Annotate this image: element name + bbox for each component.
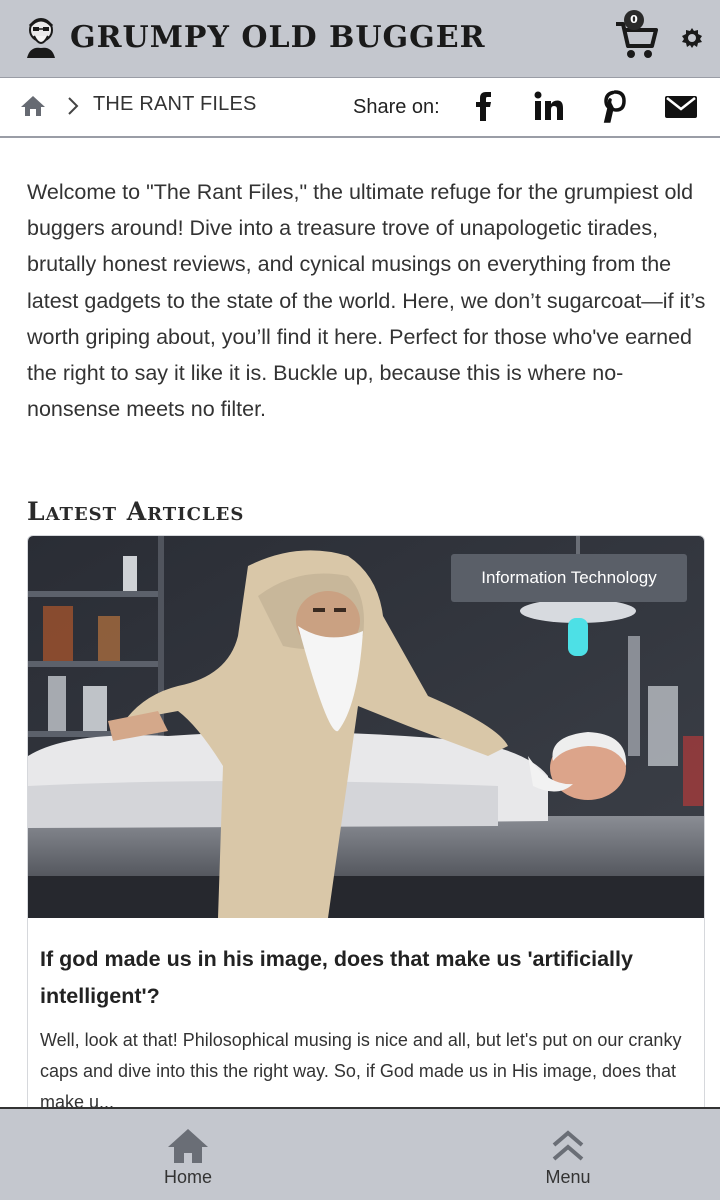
intro-paragraph: Welcome to "The Rant Files," the ultimat… — [27, 180, 706, 422]
breadcrumb: THE RANT FILES Share on: — [0, 78, 720, 138]
home-icon[interactable] — [20, 94, 46, 118]
nav-home[interactable]: Home — [128, 1109, 248, 1199]
category-badge[interactable]: Information Technology — [451, 554, 687, 602]
gear-icon[interactable] — [680, 26, 704, 50]
chevron-right-icon — [68, 97, 79, 115]
site-title[interactable]: GRUMPY OLD BUGGER — [70, 20, 486, 55]
pinterest-icon[interactable] — [600, 88, 628, 124]
latest-articles-heading: Latest Articles — [27, 497, 245, 526]
article-excerpt: Well, look at that! Philosophical musing… — [40, 1030, 682, 1112]
nav-menu[interactable]: Menu — [508, 1109, 628, 1199]
email-icon[interactable] — [664, 88, 698, 124]
linkedin-icon[interactable] — [532, 88, 566, 124]
article-card[interactable]: Information Technology If god made us in… — [27, 535, 705, 1155]
double-chevron-up-icon — [552, 1130, 584, 1161]
nav-menu-label: Menu — [545, 1167, 591, 1187]
cart-count-badge: 0 — [624, 10, 644, 30]
grumpy-old-man-face-icon[interactable] — [22, 14, 60, 58]
facebook-icon[interactable] — [470, 88, 496, 124]
nav-home-label: Home — [163, 1167, 212, 1187]
article-title[interactable]: If god made us in his image, does that m… — [40, 941, 690, 1015]
breadcrumb-current[interactable]: THE RANT FILES — [93, 93, 257, 116]
bottom-nav: Home Menu — [0, 1107, 720, 1200]
home-icon — [168, 1129, 208, 1163]
site-header: GRUMPY OLD BUGGER 0 — [0, 0, 720, 78]
share-label: Share on: — [353, 96, 440, 118]
